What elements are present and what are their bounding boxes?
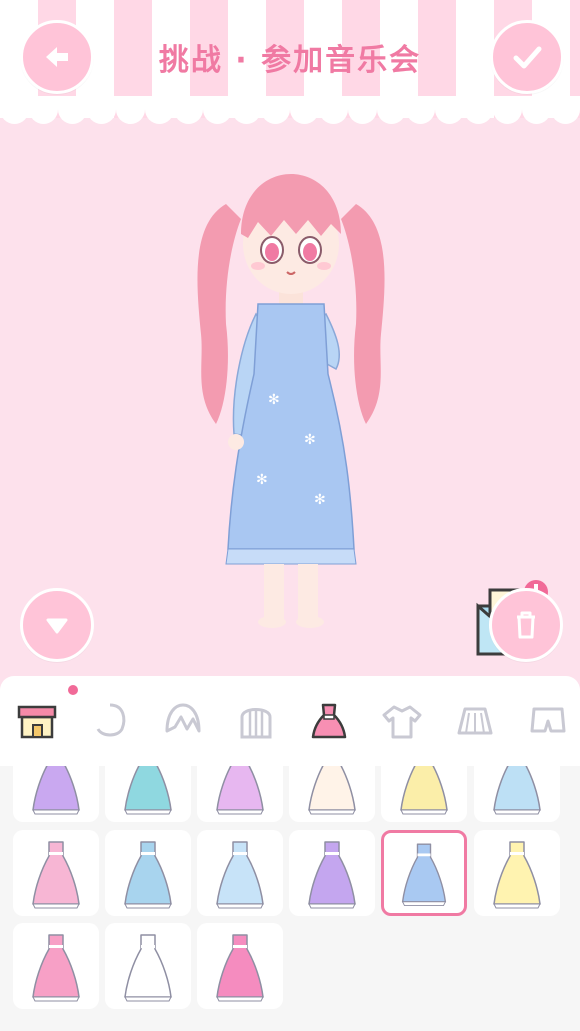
outfit-thumbnail — [400, 766, 448, 815]
back-hair-icon — [240, 708, 271, 739]
collapse-panel-button[interactable] — [20, 588, 94, 662]
outfit-thumbnail — [216, 934, 264, 1002]
outfit-item-white-ruffle-dress[interactable] — [289, 766, 375, 822]
outfit-thumbnail — [124, 766, 172, 815]
outfit-item-pink-striped-dress[interactable] — [13, 830, 99, 916]
svg-text:✻: ✻ — [256, 472, 268, 488]
trash-icon — [517, 611, 535, 639]
outfit-thumbnail — [216, 766, 264, 815]
outfit-thumbnail — [493, 766, 541, 815]
back-button[interactable] — [20, 20, 94, 94]
outfit-item-pink-princess-gown[interactable] — [13, 923, 99, 1009]
category-bangs[interactable] — [146, 686, 219, 756]
category-bar — [0, 676, 580, 766]
outfit-thumbnail — [493, 841, 541, 909]
outfit-thumbnail — [308, 766, 356, 815]
outfit-thumbnail — [124, 934, 172, 1002]
awning-scallops — [0, 96, 580, 124]
character-doll: ✻ ✻ ✻ ✻ — [197, 174, 385, 628]
outfit-item-pale-yellow-dress[interactable] — [474, 830, 560, 916]
bangs-icon — [165, 703, 200, 733]
svg-text:✻: ✻ — [314, 492, 326, 508]
category-pants[interactable] — [511, 686, 580, 756]
outfit-item-teal-pleated-outfit[interactable] — [105, 766, 191, 822]
outfit-thumbnail — [32, 766, 80, 815]
category-skirt[interactable] — [438, 686, 511, 756]
outfit-item-blue-snowflake-dress[interactable] — [381, 830, 467, 916]
confirm-button[interactable] — [490, 20, 564, 94]
outfit-item-blue-flower-dress[interactable] — [105, 830, 191, 916]
outfit-item-light-blue-dress[interactable] — [197, 830, 283, 916]
dress-icon — [311, 703, 346, 739]
outfit-item-pink-gradient-gown[interactable] — [197, 923, 283, 1009]
outfit-item-white-wedding-gown[interactable] — [105, 923, 191, 1009]
outfit-item-yellow-dress[interactable] — [381, 766, 467, 822]
shirt-icon — [382, 705, 421, 739]
triangle-down-icon — [46, 618, 68, 634]
outfit-thumbnail — [32, 841, 80, 909]
outfit-item-lilac-dress[interactable] — [197, 766, 283, 822]
outfit-thumbnail — [401, 843, 447, 907]
outfit-thumbnail — [32, 934, 80, 1002]
svg-text:✻: ✻ — [304, 432, 316, 448]
outfit-thumbnail — [216, 841, 264, 909]
shorts-icon — [530, 707, 565, 733]
outfit-item-purple-gradient-gown[interactable] — [289, 830, 375, 916]
face-icon — [96, 703, 125, 737]
delete-outfit-button[interactable] — [489, 588, 563, 662]
svg-text:✻: ✻ — [268, 392, 280, 408]
dressup-stage: ✻ ✻ ✻ ✻ — [0, 124, 580, 676]
category-dress[interactable] — [292, 686, 365, 756]
outfit-item-blue-bow-outfit[interactable] — [474, 766, 560, 822]
checkmark-icon — [513, 46, 542, 69]
category-back-hair[interactable] — [219, 686, 292, 756]
outfit-thumbnail — [308, 841, 356, 909]
category-face[interactable] — [73, 686, 146, 756]
shop-icon — [17, 705, 56, 739]
category-shop[interactable] — [0, 686, 73, 756]
outfit-item-purple-skirt-outfit[interactable] — [13, 766, 99, 822]
outfit-grid — [0, 766, 580, 1031]
arrow-left-icon — [46, 47, 68, 67]
wardrobe-panel — [0, 676, 580, 1031]
new-badge — [68, 685, 78, 695]
skirt-icon — [457, 707, 492, 735]
outfit-thumbnail — [124, 841, 172, 909]
category-top[interactable] — [365, 686, 438, 756]
